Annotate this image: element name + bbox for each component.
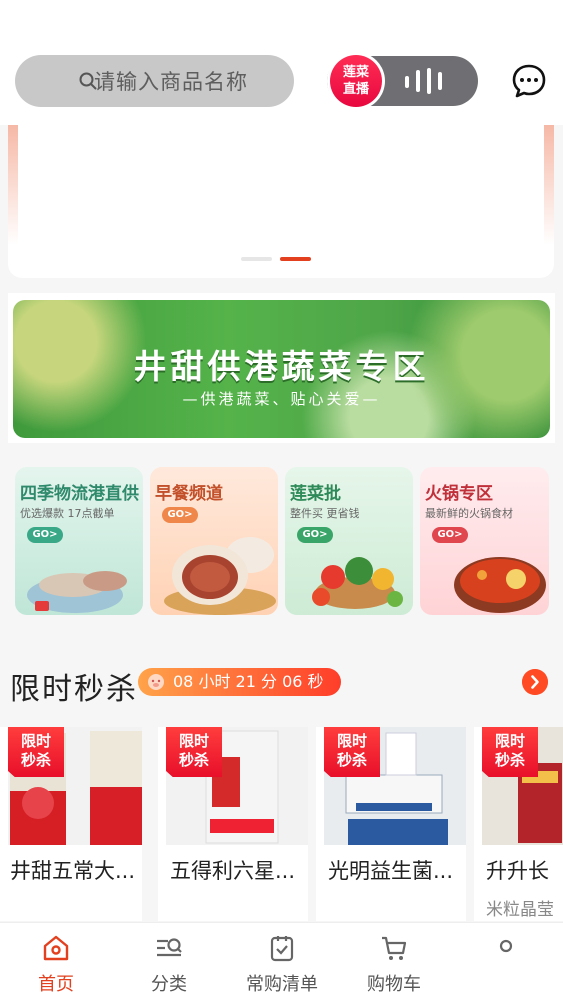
category-icon [157,938,182,957]
bottom-tab-bar: 首页 分类 常购清单 购物车 [0,922,563,1002]
category-sub: 整件买 更省钱 [290,507,360,520]
tag-line: 秒杀 [178,751,209,769]
carousel-edge-left [8,125,18,245]
product-image-yogurt: 限时 秒杀 [324,727,466,845]
product-card[interactable]: 限时 秒杀 光明益生菌... [316,727,466,921]
carousel-edge-right [544,125,554,245]
vegetable-basket-image [312,557,403,609]
tab-cart[interactable]: 购物车 [344,933,444,996]
tab-label: 分类 [151,974,187,995]
banner-section: 井甜供港蔬菜专区 —供港蔬菜、贴心关爱— [8,293,555,443]
category-sub: 优选爆款 17点截单 [20,507,115,520]
countdown-text: 08 小时 21 分 06 秒 [173,672,324,691]
audio-wave-icon [405,68,442,94]
category-title: 早餐频道 [155,484,223,504]
product-name: 井甜五常大... [10,859,136,883]
tag-line: 秒杀 [494,751,525,769]
banner-subtitle: —供港蔬菜、贴心关爱— [182,390,381,408]
tag-line: 限时 [20,732,51,750]
product-card[interactable]: 限时 秒杀 井甜五常大... [0,727,142,921]
search-icon [79,72,97,90]
profile-icon [499,939,513,953]
countdown-timer: 08 小时 21 分 06 秒 [138,668,341,696]
tab-home[interactable]: 首页 [6,933,106,996]
tag-line: 限时 [178,732,209,750]
tab-frequent-list[interactable]: 常购清单 [232,933,332,996]
category-cards: 四季物流港直供 优选爆款 17点截单 GO> 早餐频道 GO> 莲菜批 整件买 … [15,467,549,615]
live-stream-button[interactable]: 莲菜 直播 [327,52,478,110]
category-title: 莲菜批 [290,484,341,504]
product-card[interactable]: 限时 秒杀 升升长 米粒晶莹 [474,727,563,921]
flash-sale-title: 限时秒杀 [10,672,138,707]
list-icon [270,936,294,962]
flash-sale-tag: 限时 秒杀 [8,727,64,777]
pig-clock-icon [148,674,164,690]
tab-label: 购物车 [367,974,421,995]
live-badge-line2: 直播 [342,82,369,97]
tag-line: 限时 [336,732,367,750]
category-card-breakfast[interactable]: 早餐频道 GO> [150,467,278,615]
product-name: 五得利六星... [170,859,296,883]
tag-line: 秒杀 [20,751,51,769]
product-name: 升升长 [486,859,549,883]
steamed-bun-image [164,537,276,615]
go-button[interactable]: GO> [27,527,63,543]
flash-sale-tag: 限时 秒杀 [482,727,538,777]
message-icon[interactable] [511,63,547,99]
vegetable-zone-banner[interactable]: 井甜供港蔬菜专区 —供港蔬菜、贴心关爱— [13,300,550,438]
flash-sale-tag: 限时 秒杀 [324,727,380,777]
product-image-flour: 限时 秒杀 [166,727,308,845]
tab-label: 首页 [38,974,74,995]
search-placeholder: 请输入商品名称 [94,70,248,94]
home-icon [43,935,69,961]
category-card-port-direct[interactable]: 四季物流港直供 优选爆款 17点截单 GO> [15,467,143,615]
tag-line: 限时 [494,732,525,750]
product-subtitle: 米粒晶莹 [486,900,554,920]
promo-carousel[interactable] [8,125,554,278]
live-badge-line1: 莲菜 [342,65,369,80]
category-card-hotpot[interactable]: 火锅专区 最新鲜的火锅食材 GO> [420,467,549,615]
live-badge: 莲菜 直播 [327,52,385,110]
header: 请输入商品名称 莲菜直播 [0,0,563,125]
flash-sale-products: 限时 秒杀 井甜五常大... 限时 秒杀 五得利六星... 限时 秒杀 光明益生菌..… [0,727,563,921]
go-button[interactable]: GO> [297,527,333,543]
category-sub: 最新鲜的火锅食材 [425,507,513,520]
product-image-rice: 限时 秒杀 [8,727,142,845]
product-image-rice-bag: 限时 秒杀 [482,727,563,845]
hotpot-image [454,557,546,613]
product-name: 光明益生菌... [328,859,454,883]
carousel-dot[interactable] [241,257,272,261]
tab-category[interactable]: 分类 [119,933,219,996]
product-card[interactable]: 限时 秒杀 五得利六星... [158,727,308,921]
search-bar[interactable]: 请输入商品名称 [15,55,294,107]
category-title: 火锅专区 [425,484,493,504]
category-title: 四季物流港直供 [20,484,139,504]
tab-profile[interactable] [456,933,556,970]
tag-line: 秒杀 [336,751,367,769]
category-card-wholesale[interactable]: 莲菜批 整件买 更省钱 GO> [285,467,413,615]
more-arrow-icon[interactable] [522,669,548,695]
carousel-indicator [241,257,311,261]
flash-sale-tag: 限时 秒杀 [166,727,222,777]
banner-title: 井甜供港蔬菜专区 [133,347,430,386]
carousel-dot-active[interactable] [280,257,311,261]
cart-icon [382,936,407,960]
seafood-image [27,571,127,613]
tab-label: 常购清单 [246,974,318,995]
